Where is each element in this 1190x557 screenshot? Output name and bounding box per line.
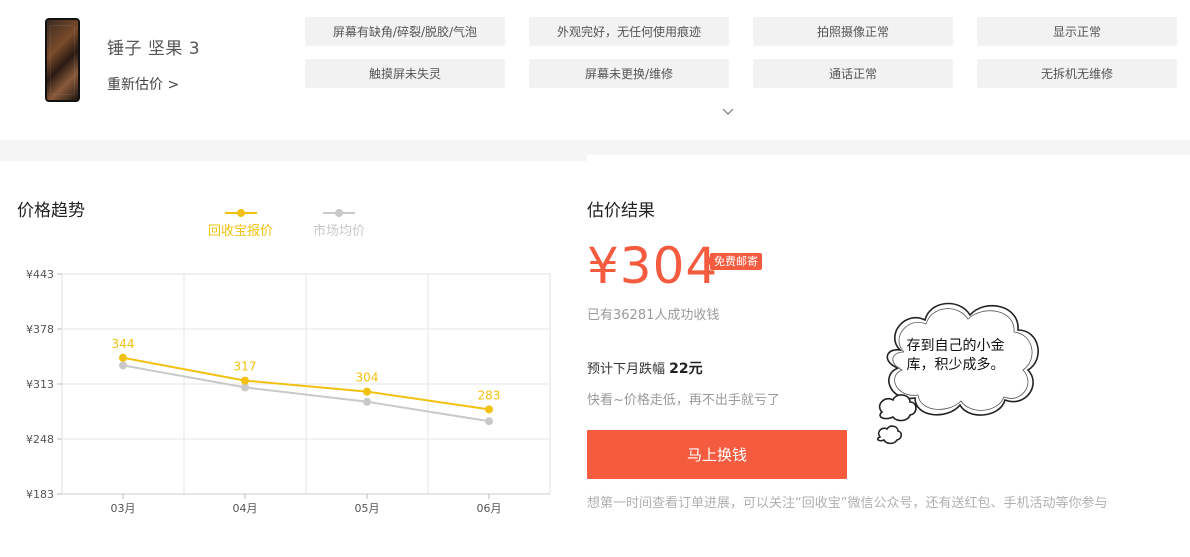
chart-legend: 回收宝报价 市场均价 [208, 208, 365, 239]
x-tick-label: 04月 [233, 502, 258, 515]
condition-tag: 屏幕未更换/维修 [529, 59, 729, 88]
x-tick-label: 03月 [111, 502, 136, 515]
legend-ours[interactable]: 回收宝报价 [208, 208, 273, 239]
data-point-market [485, 417, 493, 426]
data-label: 317 [234, 360, 257, 374]
chevron-down-icon[interactable] [720, 104, 736, 120]
condition-tag: 外观完好，无任何使用痕迹 [529, 17, 729, 46]
forecast-value: 22元 [669, 361, 703, 377]
product-image [45, 18, 80, 102]
data-label: 283 [478, 388, 501, 402]
thought-cloud-icon [876, 302, 1039, 445]
y-tick-label: ¥443 [26, 268, 54, 281]
data-label: 344 [112, 337, 135, 351]
condition-tag: 拍照摄像正常 [753, 17, 953, 46]
price-hint: 快看~价格走低，再不出手就亏了 [587, 393, 780, 408]
free-shipping-badge: 免费邮寄 [710, 253, 762, 270]
y-tick-label: ¥313 [26, 378, 54, 391]
condition-tag: 屏幕有缺角/碎裂/脱胶/气泡 [305, 17, 505, 46]
condition-tag: 触摸屏未失灵 [305, 59, 505, 88]
cloud-text: 存到自己的小金库，积少成多。 [906, 338, 1005, 373]
cash-out-button[interactable]: 马上换钱 [587, 430, 847, 479]
data-point-ours [485, 405, 493, 414]
condition-tag: 通话正常 [753, 59, 953, 88]
data-label: 304 [356, 371, 379, 385]
data-point-market [119, 361, 127, 370]
result-title: 估价结果 [587, 201, 655, 221]
legend-market-marker [323, 208, 356, 218]
condition-tag: 显示正常 [977, 17, 1177, 46]
estimated-price: ¥304 [587, 237, 719, 295]
data-point-ours [241, 376, 249, 385]
data-point-ours [363, 387, 371, 396]
x-tick-label: 06月 [477, 502, 502, 515]
legend-market[interactable]: 市场均价 [313, 208, 365, 239]
sold-count: 已有36281人成功收钱 [587, 308, 720, 323]
data-point-market [363, 397, 371, 406]
wechat-note: 想第一时间查看订单进展，可以关注“回收宝”微信公众号，还有送红包、手机活动等你参… [587, 496, 1108, 511]
price-trend-chart: ¥443 ¥378 ¥313 ¥248 ¥183 03月 04月 05月 06月 344 317 30… [26, 268, 551, 515]
legend-ours-label: 回收宝报价 [208, 224, 274, 239]
legend-market-label: 市场均价 [313, 224, 366, 239]
data-point-ours [119, 353, 127, 362]
y-tick-label: ¥248 [26, 433, 54, 446]
section-divider-overlay [587, 155, 1190, 161]
forecast-prefix: 预计下月跌幅 [587, 362, 666, 377]
condition-tag: 无拆机无维修 [977, 59, 1177, 88]
reestimate-link[interactable]: 重新估价 > [107, 74, 179, 94]
forecast-text: 预计下月跌幅 22元 [587, 358, 703, 378]
legend-ours-marker [224, 208, 257, 218]
x-tick-label: 05月 [355, 502, 380, 515]
y-tick-label: ¥378 [26, 323, 54, 336]
product-name: 锤子 坚果 3 [107, 39, 201, 59]
y-tick-label: ¥183 [26, 488, 54, 501]
product-section: 锤子 坚果 3 重新估价 > 屏幕有缺角/碎裂/脱胶/气泡 外观完好，无任何使用… [0, 0, 1190, 140]
condition-tags: 屏幕有缺角/碎裂/脱胶/气泡 外观完好，无任何使用痕迹 拍照摄像正常 显示正常 … [305, 17, 1177, 88]
trend-title: 价格趋势 [17, 201, 85, 221]
